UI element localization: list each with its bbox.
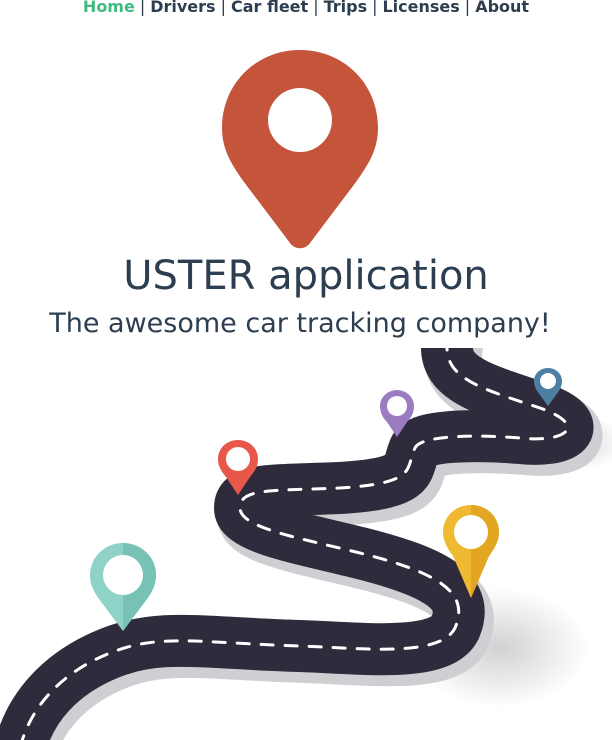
nav-separator: | — [139, 0, 146, 16]
nav-link-car-fleet[interactable]: Car fleet — [231, 0, 308, 16]
page-title: USTER application — [123, 253, 489, 299]
nav-separator: | — [220, 0, 226, 16]
main-nav: Home | Drivers | Car fleet | Trips | Licenses | Ab… — [0, 0, 612, 18]
nav-link-home[interactable]: Home — [83, 0, 135, 16]
nav-link-trips[interactable]: Trips — [324, 0, 368, 16]
nav-link-drivers[interactable]: Drivers — [150, 0, 215, 16]
page-subtitle: The awesome car tracking company! — [49, 308, 551, 339]
map-pin-icon — [222, 50, 378, 249]
nav-link-about[interactable]: About — [475, 0, 529, 16]
nav-separator: | — [464, 0, 471, 16]
nav-link-licenses[interactable]: Licenses — [382, 0, 459, 16]
nav-separator: | — [372, 0, 378, 16]
nav-separator: | — [313, 0, 319, 16]
winding-road-illustration — [0, 348, 612, 740]
